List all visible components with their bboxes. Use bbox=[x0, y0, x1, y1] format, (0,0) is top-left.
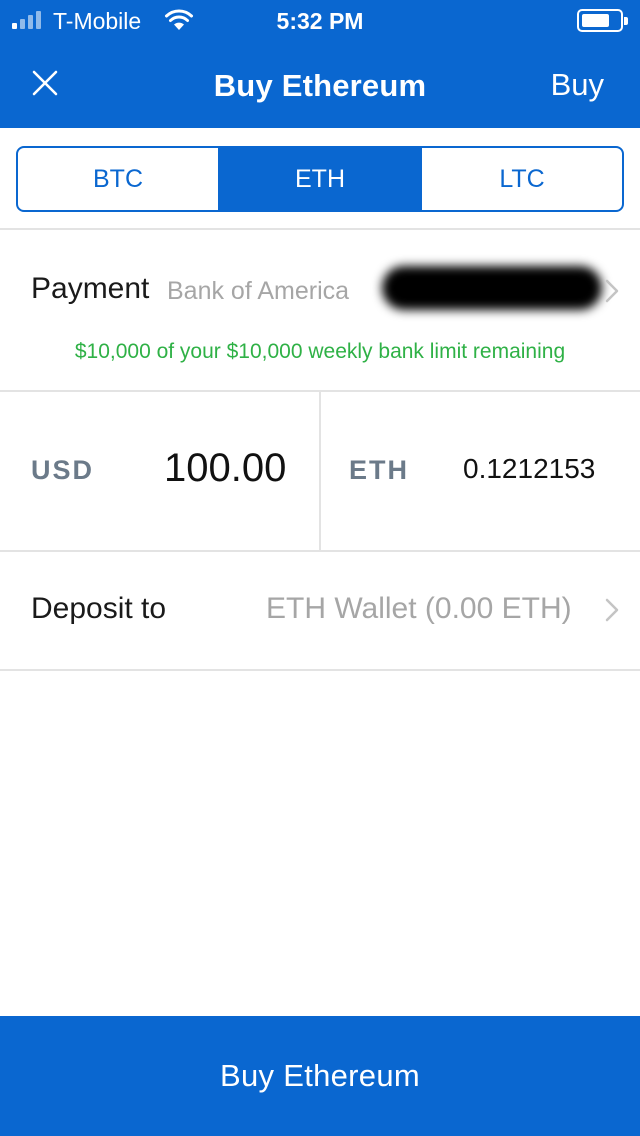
top-bar: T-Mobile 5:32 PM Buy Ethereum Buy bbox=[0, 0, 640, 128]
tab-ltc[interactable]: LTC bbox=[420, 148, 622, 210]
divider bbox=[0, 669, 640, 671]
chevron-right-icon[interactable] bbox=[604, 278, 620, 304]
crypto-currency-code: ETH bbox=[349, 455, 409, 485]
chevron-right-icon[interactable] bbox=[604, 597, 620, 623]
weekly-limit-text: $10,000 of your $10,000 weekly bank limi… bbox=[74, 340, 566, 363]
amount-divider bbox=[319, 392, 321, 550]
clock: 5:32 PM bbox=[276, 8, 364, 34]
status-bar: T-Mobile 5:32 PM bbox=[0, 0, 640, 40]
buy-ethereum-button[interactable]: Buy Ethereum bbox=[0, 1016, 640, 1136]
tab-btc[interactable]: BTC bbox=[18, 148, 218, 210]
battery-icon bbox=[577, 9, 628, 32]
navigation-bar: Buy Ethereum Buy bbox=[0, 40, 640, 128]
page-title: Buy Ethereum bbox=[213, 68, 427, 103]
deposit-label: Deposit to bbox=[31, 592, 167, 625]
payment-label: Payment bbox=[31, 272, 150, 305]
fiat-currency-code: USD bbox=[31, 455, 95, 485]
currency-selector: BTC ETH LTC bbox=[16, 146, 624, 212]
redacted-account-number bbox=[382, 266, 602, 310]
divider bbox=[0, 228, 640, 230]
crypto-amount-input[interactable]: 0.1212153 bbox=[463, 453, 595, 485]
divider bbox=[0, 550, 640, 552]
fiat-amount-input[interactable]: 100.00 bbox=[164, 446, 286, 491]
tab-eth[interactable]: ETH bbox=[218, 148, 420, 210]
payment-method-value: Bank of America bbox=[167, 277, 350, 305]
buy-nav-button[interactable]: Buy bbox=[551, 67, 604, 103]
deposit-wallet-value: ETH Wallet (0.00 ETH) bbox=[266, 592, 572, 625]
